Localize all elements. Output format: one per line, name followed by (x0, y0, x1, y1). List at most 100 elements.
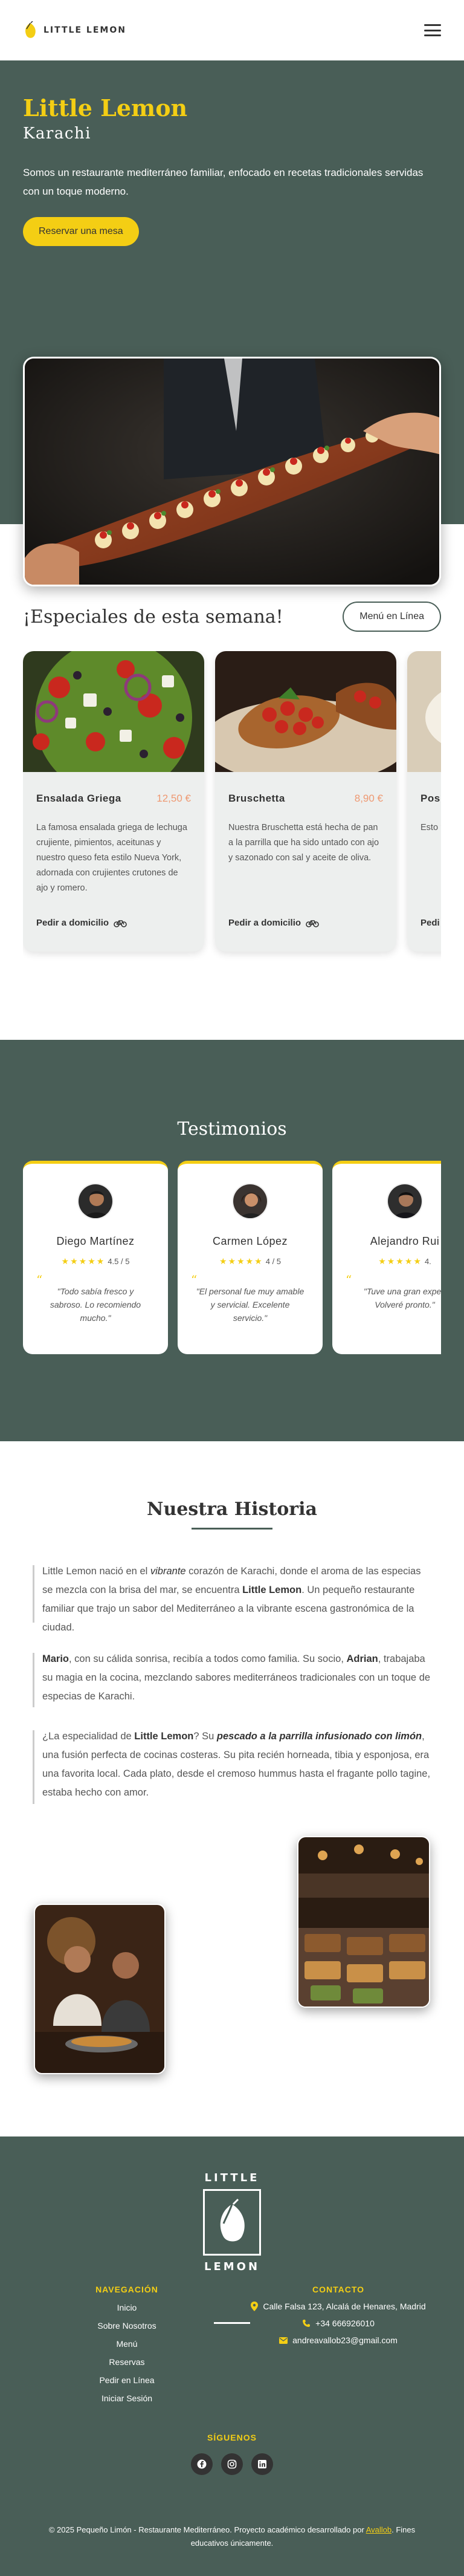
special-card[interactable]: Pos Esto re ingre cuida imag Pedi (407, 651, 441, 952)
order-delivery-link[interactable]: Pedir a domicilio (228, 918, 383, 928)
nav-link-login[interactable]: Iniciar Sesión (85, 2393, 169, 2403)
greek-salad-image (23, 651, 204, 796)
contact-email[interactable]: andreavallob23@gmail.com (248, 2335, 429, 2345)
nav-link-home[interactable]: Inicio (85, 2303, 169, 2312)
specials-header: ¡Especiales de esta semana! Menú en Líne… (23, 602, 441, 632)
hero-title: Little Lemon (23, 94, 188, 122)
bicycle-icon (114, 920, 127, 927)
contact-title: CONTACTO (312, 2285, 365, 2294)
history-section: Nuestra Historia Little Lemon nació en e… (0, 1441, 464, 2136)
history-emphasis: pescado a la parrilla infusionado con li… (216, 1731, 422, 1742)
nav-link-order-online[interactable]: Pedir en Línea (85, 2375, 169, 2385)
rating-value: 4. (424, 1257, 431, 1266)
address-text: Calle Falsa 123, Alcalá de Henares, Madr… (263, 2302, 426, 2311)
footer-navigation: NAVEGACIÓN Inicio Sobre Nosotros Menú Re… (85, 2285, 169, 2403)
history-strong: Mario (42, 1653, 69, 1664)
nav-link-about[interactable]: Sobre Nosotros (85, 2321, 169, 2331)
bruschetta-image (215, 651, 396, 784)
author-link[interactable]: Avallob (366, 2525, 392, 2534)
special-name: Ensalada Griega (36, 793, 121, 804)
testimonial-name: Alejandro Rui (370, 1235, 440, 1247)
history-paragraph-2: Mario, con su cálida sonrisa, recibía a … (42, 1650, 431, 1706)
history-text: ? Su (193, 1731, 217, 1742)
testimonial-card: Carmen López ★★★★★ 4 / 5 “ "El personal f… (178, 1161, 323, 1354)
history-strong: Little Lemon (242, 1585, 302, 1595)
phone-text: +34 666926010 (315, 2318, 375, 2328)
hamburger-icon-line (424, 24, 441, 26)
star-icons: ★★★★★ (378, 1256, 422, 1266)
order-delivery-label: Pedir a domicilio (228, 918, 301, 928)
order-delivery-link[interactable]: Pedir a domicilio (36, 918, 191, 928)
lemon-logo-icon (220, 2198, 245, 2242)
history-text: ¿La especialidad de (42, 1731, 135, 1742)
reserve-table-button[interactable]: Reservar una mesa (23, 216, 139, 246)
logo[interactable]: LITTLE LEMON (23, 21, 126, 39)
star-rating: ★★★★★ 4. (332, 1256, 441, 1267)
footer-contact: CONTACTO Calle Falsa 123, Alcalá de Hena… (248, 2285, 429, 2345)
star-rating: ★★★★★ 4.5 / 5 (23, 1256, 168, 1267)
hamburger-icon-line (424, 29, 441, 31)
order-delivery-link[interactable]: Pedi (420, 918, 441, 928)
instagram-link[interactable] (221, 2453, 243, 2475)
nav-link-reservations[interactable]: Reservas (85, 2357, 169, 2367)
special-description: Nuestra Bruschetta está hecha de pan a l… (228, 823, 379, 863)
envelope-icon (279, 2337, 288, 2344)
paragraph-accent-bar (33, 1730, 34, 1804)
hero-subtitle: Karachi (23, 124, 91, 143)
kitchen-buffet-image (297, 1836, 430, 2008)
rating-value: 4.5 / 5 (108, 1257, 130, 1266)
testimonial-quote: "Tuve una gran experi Volveré pronto." (363, 1286, 441, 1309)
bicycle-icon (306, 920, 319, 927)
testimonial-quote: "El personal fue muy amable y servicial.… (196, 1286, 304, 1323)
history-emphasis: vibrante (150, 1566, 186, 1577)
contact-address: Calle Falsa 123, Alcalá de Henares, Madr… (248, 2302, 429, 2311)
copyright-notice: © 2025 Pequeño Limón - Restaurante Medit… (30, 2523, 434, 2550)
history-paragraph-3: ¿La especialidad de Little Lemon? Su pes… (42, 1727, 431, 1802)
special-card[interactable]: Bruschetta 8,90 € Nuestra Bruschetta est… (215, 651, 396, 952)
testimonial-name: Diego Martínez (56, 1235, 135, 1247)
phone-icon (303, 2320, 311, 2327)
special-price: 8,90 € (354, 793, 383, 804)
testimonial-card: Diego Martínez ★★★★★ 4.5 / 5 “ "Todo sabí… (23, 1161, 168, 1354)
footer-social: SÍGUENOS (0, 2433, 464, 2475)
testimonials-section: Testimonios Diego Martínez ★★★★★ 4.5 / 5 … (0, 1040, 464, 1441)
linkedin-link[interactable] (251, 2453, 273, 2475)
order-delivery-label: Pedir a domicilio (36, 918, 109, 928)
logo-text: LITTLE LEMON (44, 25, 126, 35)
testimonials-title: Testimonios (177, 1118, 287, 1140)
star-icons: ★★★★★ (61, 1256, 106, 1266)
social-links (0, 2453, 464, 2475)
testimonial-card: Alejandro Rui ★★★★★ 4. “ "Tuve una gran e… (332, 1161, 441, 1354)
star-rating: ★★★★★ 4 / 5 (178, 1256, 323, 1267)
chefs-cooking-image (34, 1904, 166, 2074)
testimonial-quote: "Todo sabía fresco y sabroso. Lo recomie… (50, 1286, 141, 1323)
specials-carousel[interactable]: Ensalada Griega 12,50 € La famosa ensala… (23, 651, 441, 965)
title-underline (192, 1528, 272, 1530)
history-text: Little Lemon nació en el (42, 1566, 150, 1577)
facebook-link[interactable] (191, 2453, 213, 2475)
lemon-logo-icon (25, 21, 36, 38)
history-strong: Adrian (346, 1653, 378, 1664)
specials-title: ¡Especiales de esta semana! (23, 606, 283, 628)
nav-title: NAVEGACIÓN (95, 2285, 158, 2294)
paragraph-accent-bar (33, 1653, 34, 1707)
nav-link-menu[interactable]: Menú (85, 2339, 169, 2349)
top-navigation-bar: LITTLE LEMON (0, 0, 464, 60)
rating-value: 4 / 5 (265, 1257, 282, 1266)
contact-phone[interactable]: +34 666926010 (248, 2318, 429, 2328)
online-menu-button[interactable]: Menú en Línea (343, 602, 441, 632)
testimonials-carousel[interactable]: Diego Martínez ★★★★★ 4.5 / 5 “ "Todo sabí… (23, 1161, 441, 1360)
page: LITTLE LEMON Little Lemon Karachi Somos … (0, 0, 464, 2576)
linkedin-icon (258, 2460, 266, 2468)
hamburger-menu-button[interactable] (424, 23, 441, 37)
history-title: Nuestra Historia (147, 1499, 317, 1520)
paragraph-accent-bar (33, 1565, 34, 1623)
special-name: Pos (420, 793, 440, 804)
instagram-icon (227, 2459, 237, 2469)
specials-section: ¡Especiales de esta semana! Menú en Líne… (0, 524, 464, 1044)
special-description: La famosa ensalada griega de lechuga cru… (36, 823, 187, 893)
footer-logo-bottom: LEMON (204, 2260, 260, 2273)
special-card[interactable]: Ensalada Griega 12,50 € La famosa ensala… (23, 651, 204, 952)
history-paragraph-1: Little Lemon nació en el vibrante corazó… (42, 1562, 431, 1637)
avatar (77, 1183, 114, 1219)
